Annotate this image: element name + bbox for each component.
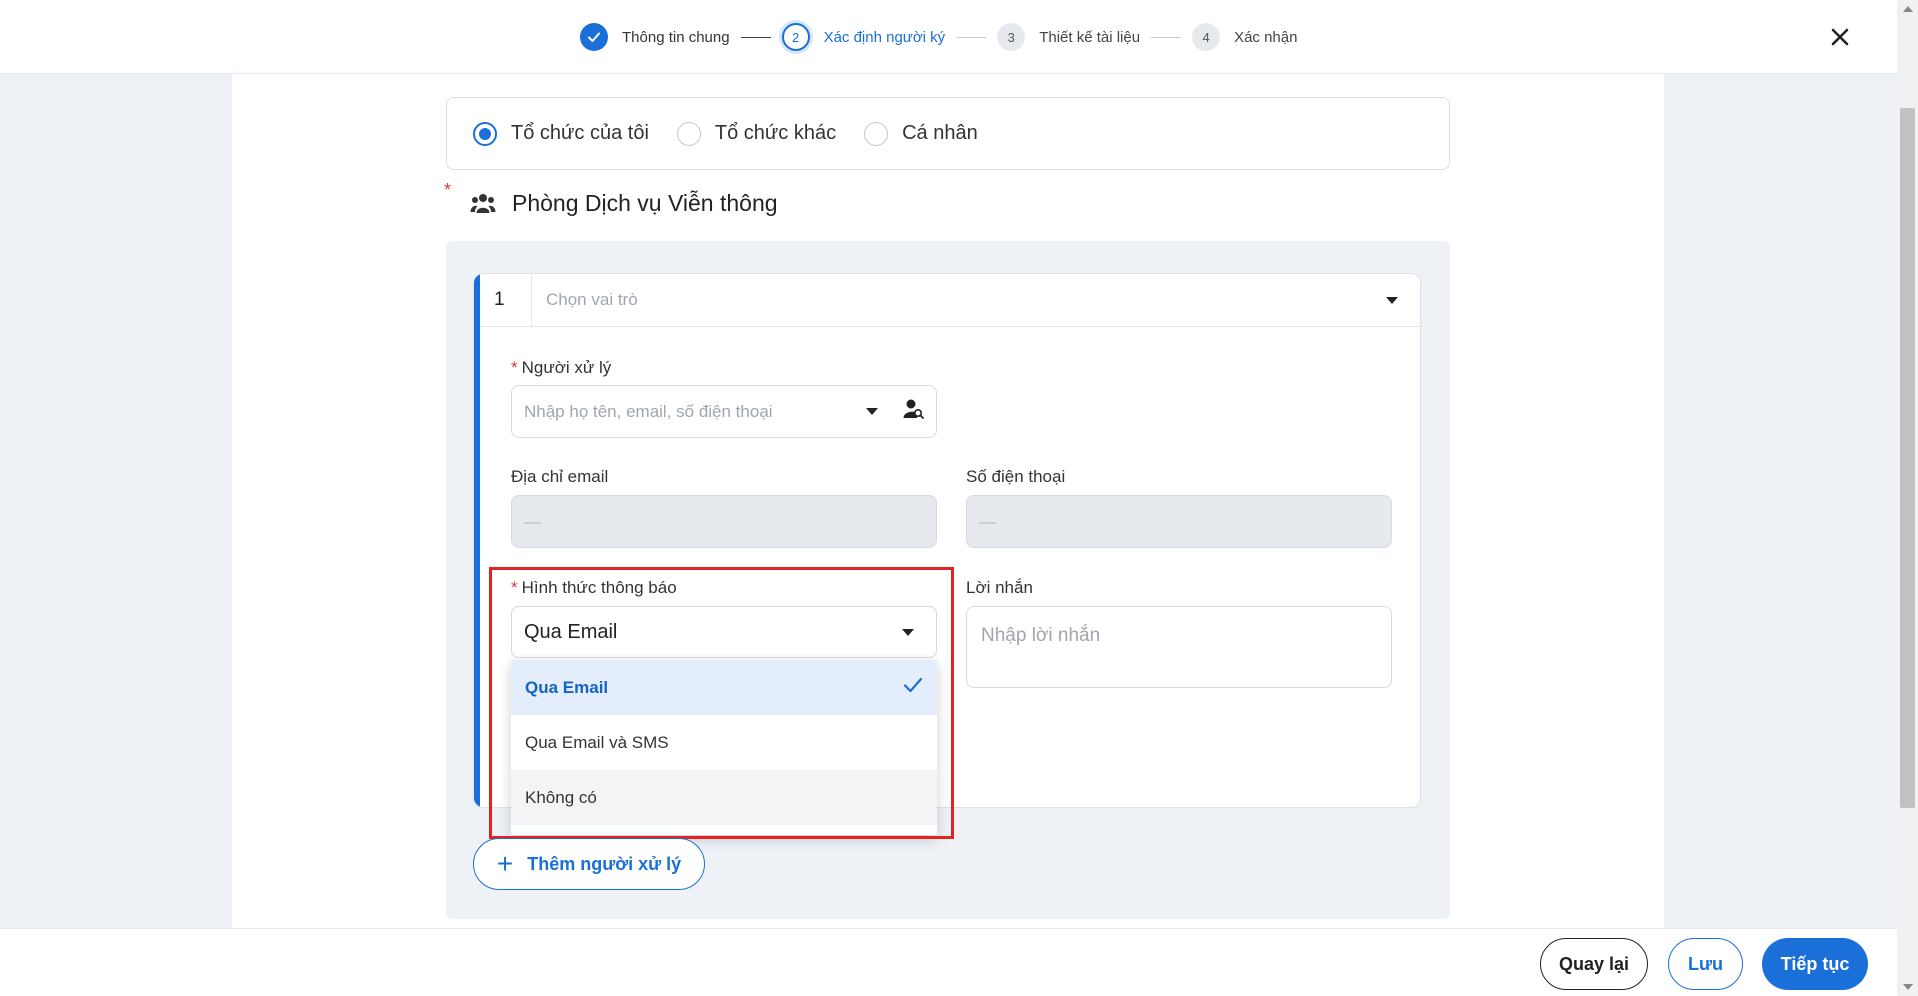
step-connector — [1151, 36, 1182, 38]
add-handler-label: Thêm người xử lý — [527, 853, 682, 874]
radio-my-organization[interactable]: Tổ chức của tôi — [473, 121, 649, 146]
step-number: 2 — [781, 23, 810, 51]
phone-field: — — [966, 495, 1392, 548]
step-define-signer[interactable]: 2 Xác định người ký — [781, 23, 946, 51]
back-button[interactable]: Quay lại — [1540, 938, 1648, 990]
message-label: Lời nhắn — [966, 578, 1033, 597]
scroll-up-icon[interactable] — [1903, 6, 1913, 12]
role-placeholder: Chọn vai trò — [546, 290, 638, 309]
radio-label: Tổ chức khác — [714, 122, 837, 144]
organization-title: Phòng Dịch vụ Viễn thông — [470, 190, 778, 217]
step-label: Thiết kế tài liệu — [1039, 28, 1141, 46]
required-mark: * — [444, 180, 452, 200]
radio-button[interactable] — [676, 121, 701, 146]
role-select[interactable]: 1 Chọn vai trò — [480, 274, 1420, 327]
step-connector — [740, 36, 771, 38]
scroll-thumb[interactable] — [1900, 108, 1915, 808]
radio-individual[interactable]: Cá nhân — [864, 121, 978, 146]
phone-label: Số điện thoại — [966, 467, 1066, 486]
required-mark: * — [511, 358, 518, 377]
handler-label-text: Người xử lý — [521, 358, 612, 377]
radio-button[interactable] — [864, 121, 889, 146]
email-value: — — [524, 511, 541, 531]
card-accent-bar — [474, 274, 480, 807]
plus-icon: + — [496, 848, 514, 879]
message-placeholder: Nhập lời nhắn — [981, 625, 1101, 646]
signer-type-group: Tổ chức của tôi Tổ chức khác Cá nhân — [446, 97, 1450, 170]
handler-placeholder: Nhập họ tên, email, số điện thoại — [524, 401, 773, 421]
step-design-document[interactable]: 3 Thiết kế tài liệu — [997, 23, 1140, 51]
highlight-box — [489, 567, 954, 839]
step-number: 4 — [1192, 23, 1221, 51]
step-label: Thông tin chung — [622, 28, 730, 46]
next-button[interactable]: Tiếp tục — [1762, 938, 1868, 990]
save-button[interactable]: Lưu — [1668, 938, 1743, 990]
caret-down-icon[interactable] — [866, 408, 878, 415]
email-label: Địa chỉ email — [511, 467, 609, 486]
step-general-info[interactable]: Thông tin chung — [580, 23, 730, 51]
handler-input[interactable]: Nhập họ tên, email, số điện thoại — [511, 385, 937, 438]
user-search-icon[interactable] — [902, 398, 924, 425]
handler-label: * Người xử lý — [511, 358, 611, 378]
step-number: 3 — [997, 23, 1026, 51]
signer-order: 1 — [480, 274, 532, 326]
step-label: Xác nhận — [1234, 28, 1298, 46]
stepper: Thông tin chung 2 Xác định người ký 3 Th… — [580, 22, 1297, 52]
users-icon — [470, 191, 496, 217]
step-label: Xác định người ký — [823, 28, 946, 46]
radio-other-organization[interactable]: Tổ chức khác — [676, 121, 837, 146]
radio-label: Cá nhân — [902, 122, 978, 144]
caret-down-icon — [1386, 296, 1398, 304]
top-bar: Thông tin chung 2 Xác định người ký 3 Th… — [0, 0, 1897, 74]
phone-value: — — [979, 511, 996, 531]
add-handler-button[interactable]: + Thêm người xử lý — [473, 838, 705, 890]
footer-bar: Quay lại Lưu Tiếp tục — [0, 928, 1897, 996]
email-field: — — [511, 495, 937, 548]
scroll-down-icon[interactable] — [1903, 984, 1913, 990]
step-confirm[interactable]: 4 Xác nhận — [1192, 23, 1297, 51]
check-icon — [580, 23, 608, 51]
radio-button[interactable] — [473, 121, 497, 146]
organization-name: Phòng Dịch vụ Viễn thông — [512, 190, 778, 216]
step-connector — [956, 36, 987, 38]
close-icon[interactable] — [1827, 24, 1853, 50]
message-textarea[interactable]: Nhập lời nhắn — [966, 606, 1392, 688]
radio-label: Tổ chức của tôi — [511, 122, 649, 144]
scrollbar[interactable] — [1897, 0, 1918, 996]
